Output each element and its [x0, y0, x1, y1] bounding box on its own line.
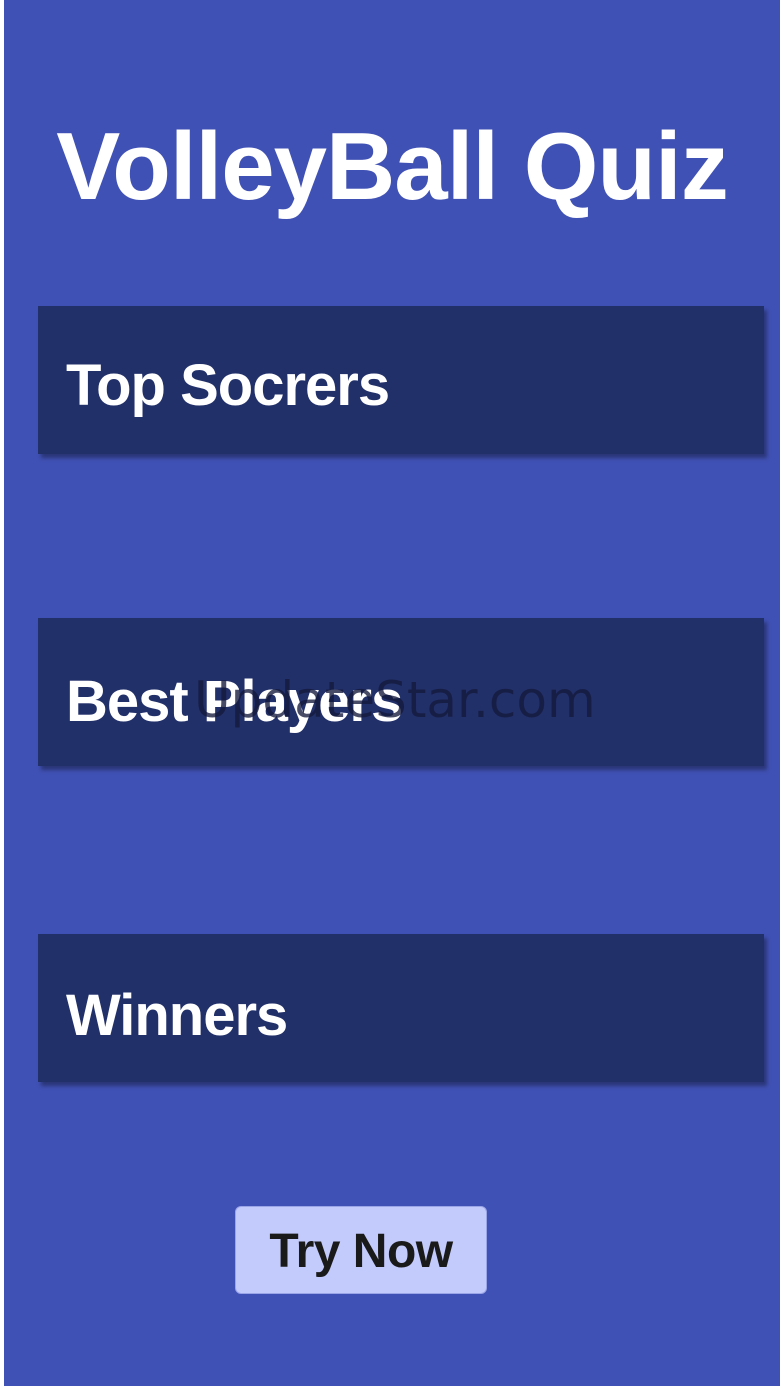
- try-now-button[interactable]: Try Now: [235, 1206, 487, 1294]
- menu-item-label: Top Socrers: [66, 353, 390, 418]
- page-title: VolleyBall Quiz: [56, 113, 728, 220]
- app-screen: VolleyBall Quiz Top Socrers Best Players…: [4, 0, 780, 1386]
- menu-item-label: Winners: [66, 983, 288, 1048]
- menu-item-label: Best Players: [66, 669, 403, 734]
- menu-item-winners[interactable]: Winners: [38, 934, 764, 1082]
- menu-item-best-players[interactable]: Best Players: [38, 618, 764, 766]
- menu-item-top-scorers[interactable]: Top Socrers: [38, 306, 764, 454]
